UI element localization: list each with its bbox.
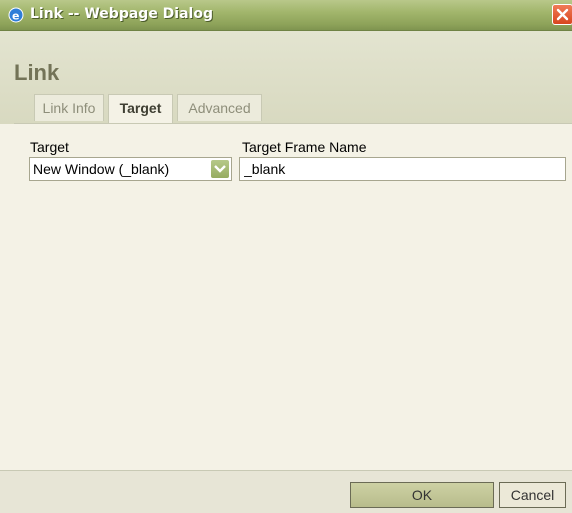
close-icon [556, 8, 569, 21]
dialog-title: Link [14, 60, 60, 85]
target-frame-name-label: Target Frame Name [242, 139, 367, 155]
window-title: Link -- Webpage Dialog [30, 6, 213, 22]
internet-explorer-icon: e [8, 7, 24, 23]
target-label: Target [30, 139, 69, 155]
ok-button[interactable]: OK [350, 482, 494, 508]
tab-advanced[interactable]: Advanced [177, 94, 262, 121]
dialog-footer: OK Cancel [0, 470, 572, 513]
webpage-dialog-window: e Link -- Webpage Dialog Link Link Info … [0, 0, 572, 513]
close-button[interactable] [552, 4, 572, 25]
title-bar[interactable]: e Link -- Webpage Dialog [0, 0, 572, 31]
target-select[interactable]: New Window (_blank) [29, 157, 232, 181]
target-select-value: New Window (_blank) [33, 161, 170, 177]
tab-link-info[interactable]: Link Info [34, 94, 104, 121]
cancel-button[interactable]: Cancel [499, 482, 566, 508]
tab-panel-border [14, 123, 572, 124]
svg-text:e: e [12, 10, 19, 23]
dropdown-arrow-icon[interactable] [211, 160, 229, 178]
target-frame-name-input[interactable] [239, 157, 566, 181]
tab-target[interactable]: Target [108, 94, 173, 124]
